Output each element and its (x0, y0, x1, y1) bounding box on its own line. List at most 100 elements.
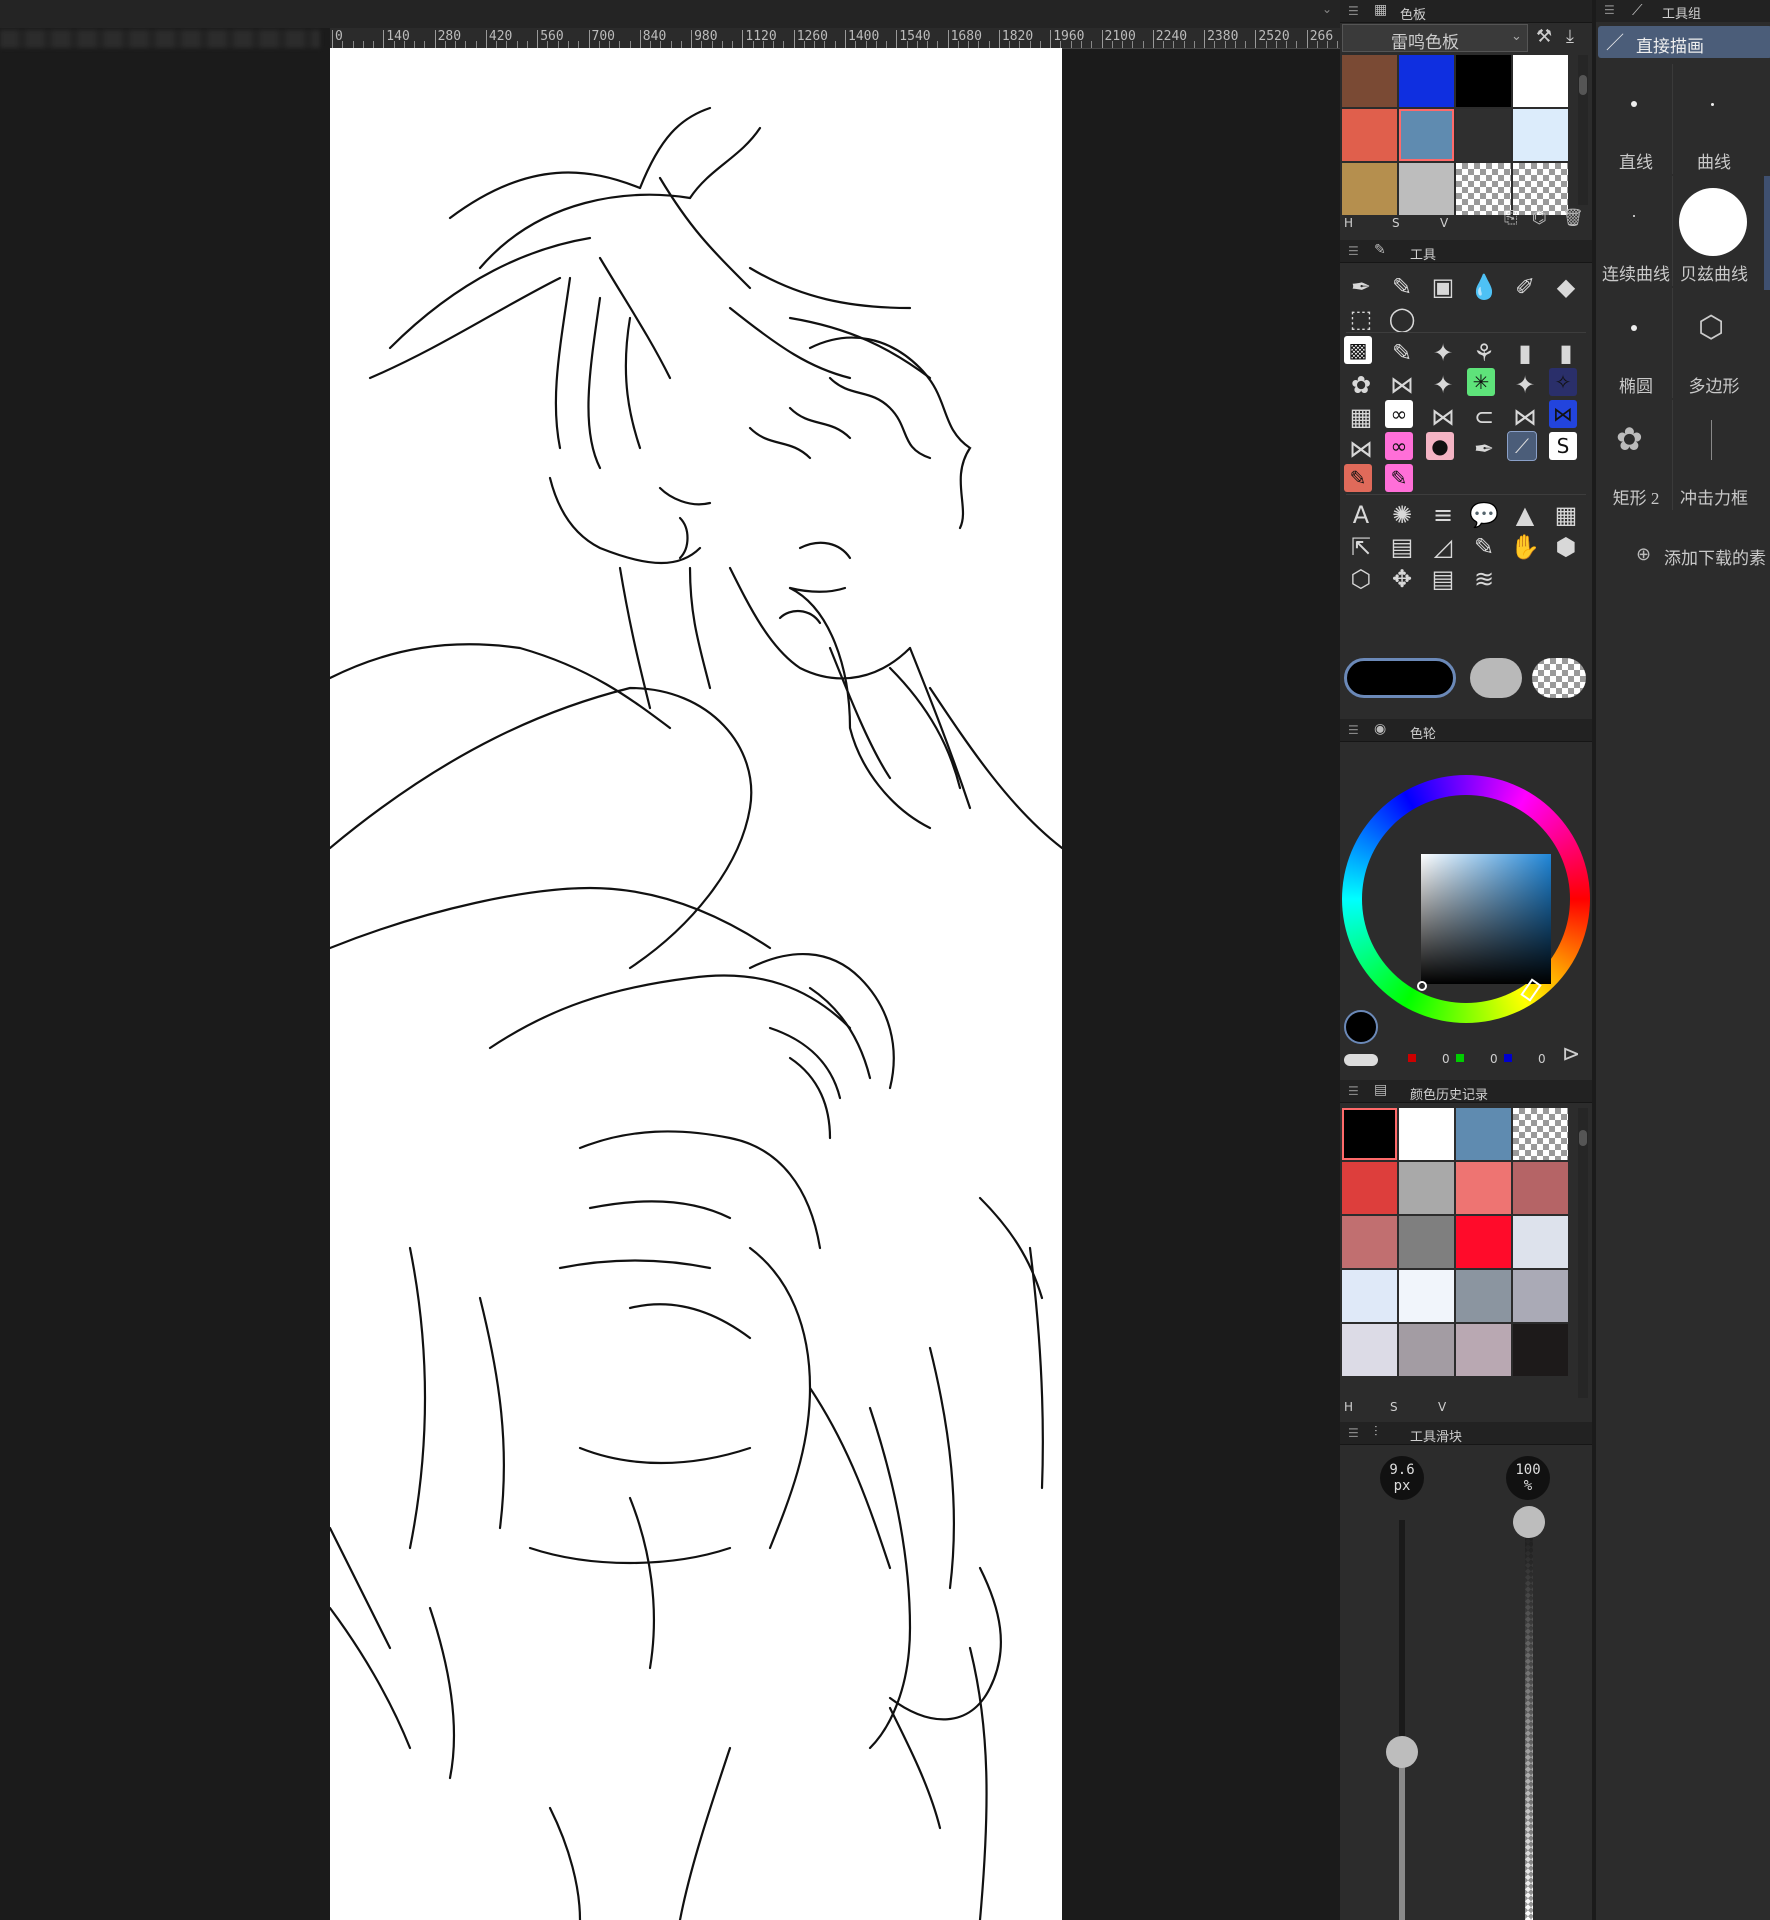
bow-brush-icon[interactable]: ⋈ (1508, 400, 1542, 434)
ribbon-brush-icon[interactable]: ⊂ (1467, 400, 1501, 434)
selection-tool-icon[interactable]: ⬚ (1344, 302, 1378, 336)
color-swatch[interactable] (1399, 55, 1454, 107)
pink-pen-icon[interactable]: ✎ (1385, 464, 1413, 492)
line-brush-icon[interactable]: ⟋ (1507, 431, 1537, 461)
green-brush-icon[interactable]: ✳ (1467, 368, 1495, 396)
color-swatch[interactable] (1456, 109, 1511, 161)
color-swatch[interactable] (1456, 55, 1511, 107)
current-color-swatch[interactable] (1344, 1010, 1378, 1044)
pen-brush-icon[interactable]: ✒ (1467, 432, 1501, 466)
add-material-label[interactable]: 添加下载的素 (1664, 544, 1766, 569)
flower-brush-icon[interactable]: ✿ (1344, 368, 1378, 402)
marker-tool-icon[interactable]: ✐ (1508, 270, 1542, 304)
grid-icon[interactable]: ▤ (1426, 562, 1460, 596)
v-toggle[interactable]: V (1440, 216, 1448, 230)
silhouette-brush-icon[interactable]: ● (1426, 432, 1454, 460)
h-toggle[interactable]: H (1344, 1400, 1353, 1414)
color-swatch[interactable] (1456, 1324, 1511, 1376)
color-swatch[interactable] (1342, 1324, 1397, 1376)
color-swatch[interactable] (1513, 55, 1568, 107)
lace-brush-icon[interactable]: ▦ (1344, 400, 1378, 434)
color-swatch[interactable] (1399, 1216, 1454, 1268)
sub-tool-item[interactable]: ✿ 矩形 2 (1596, 400, 1673, 510)
sparkle-brush-icon[interactable]: ✦ (1426, 336, 1460, 370)
color-swatch[interactable] (1399, 1162, 1454, 1214)
panel-menu-icon[interactable]: ☰ (1348, 1426, 1359, 1440)
sub-tool-item[interactable]: 曲线 (1674, 64, 1750, 174)
star-brush-icon[interactable]: ✦ (1508, 368, 1542, 402)
line-tool-icon[interactable]: ≡ (1426, 498, 1460, 532)
hand-icon[interactable]: ✋ (1508, 530, 1542, 564)
color-set-header[interactable]: ☰ ▦ 色板 (1340, 0, 1592, 23)
color-mode-toggle[interactable] (1344, 1054, 1378, 1066)
color-swatch[interactable] (1399, 1108, 1454, 1160)
sub-tool-scroll-indicator[interactable] (1764, 176, 1770, 290)
s-toggle[interactable]: S (1392, 216, 1400, 230)
brush-size-slider[interactable] (1399, 1520, 1405, 1920)
bow-brush-icon[interactable]: ⋈ (1426, 400, 1460, 434)
ink-brush-icon[interactable]: ▮ (1508, 336, 1542, 370)
decoration-brush-icon[interactable]: ⚘ (1467, 336, 1501, 370)
opacity-slider[interactable] (1525, 1520, 1533, 1920)
color-swatch[interactable] (1342, 1216, 1397, 1268)
eyedropper-icon[interactable]: ✎ (1467, 530, 1501, 564)
chevron-down-icon[interactable]: ⌄ (1322, 2, 1332, 16)
color-swatch[interactable] (1399, 163, 1454, 215)
pen-tool-icon[interactable]: ✒ (1344, 270, 1378, 304)
opacity-knob[interactable] (1513, 1506, 1545, 1538)
tools-header[interactable]: ☰ ✎ 工具 (1340, 240, 1592, 263)
brush-icon[interactable]: ✎ (1385, 336, 1419, 370)
star-brush-icon[interactable]: ✦ (1426, 368, 1460, 402)
panel-menu-icon[interactable]: ☰ (1348, 244, 1359, 258)
color-wheel-header[interactable]: ☰ ◉ 色轮 (1340, 719, 1592, 742)
galaxy-brush-icon[interactable]: ✧ (1549, 368, 1577, 396)
tool-slider-header[interactable]: ☰ ⫶ 工具滑块 (1340, 1422, 1592, 1445)
add-color-icon[interactable]: ⎘ (1504, 208, 1518, 228)
color-swatch[interactable] (1513, 1162, 1568, 1214)
color-wheel[interactable] (1342, 775, 1590, 1023)
color-swatch[interactable] (1456, 1108, 1511, 1160)
color-swatch[interactable] (1342, 163, 1397, 215)
object-tool-icon[interactable]: ⇱ (1344, 530, 1378, 564)
color-swatch[interactable] (1513, 1108, 1568, 1160)
sub-tool-item[interactable]: 贝兹曲线 (1674, 176, 1750, 286)
drawing-canvas[interactable] (330, 48, 1062, 1920)
panel-menu-icon[interactable]: ☰ (1604, 3, 1615, 17)
color-set-scrollbar[interactable] (1578, 55, 1588, 205)
sub-tool-header[interactable]: ☰ ⟋ 工具组 (1596, 0, 1770, 22)
color-swatch[interactable] (1456, 163, 1511, 215)
pencil-tool-icon[interactable]: ✎ (1385, 270, 1419, 304)
color-swatch[interactable] (1342, 1108, 1397, 1160)
v-toggle[interactable]: V (1438, 1400, 1446, 1414)
gradient-tool-icon[interactable]: ▣ (1426, 270, 1460, 304)
color-history-header[interactable]: ☰ ▤ 颜色历史记录 (1340, 1080, 1592, 1103)
balloon-tool-icon[interactable]: 💬 (1467, 498, 1501, 532)
blend-tool-icon[interactable]: 💧 (1467, 270, 1501, 304)
text-tool-icon[interactable]: A (1344, 498, 1378, 532)
sub-tool-item[interactable]: 冲击力框 (1674, 400, 1750, 510)
history-scrollbar[interactable] (1578, 1108, 1588, 1398)
main-color-chip[interactable] (1344, 658, 1456, 698)
lasso-tool-icon[interactable]: ◯ (1385, 302, 1419, 336)
h-toggle[interactable]: H (1344, 216, 1353, 230)
eyedropper-add-icon[interactable]: ⌬ (1532, 208, 1547, 228)
import-icon[interactable]: ⤓ (1566, 26, 1574, 47)
trash-icon[interactable]: 🗑 (1562, 208, 1584, 228)
color-swatch[interactable] (1456, 1162, 1511, 1214)
add-circle-icon[interactable]: ⊕ (1636, 544, 1651, 565)
wrench-icon[interactable]: ⚒ (1536, 26, 1552, 47)
ink-brush-icon[interactable]: ▮ (1549, 336, 1583, 370)
sub-color-chip[interactable] (1470, 658, 1522, 698)
preset-select[interactable]: 雷鸣色板 ⌄ (1342, 24, 1528, 52)
color-swatch[interactable] (1399, 1270, 1454, 1322)
sub-tool-item[interactable]: 椭圆 (1596, 288, 1673, 398)
sv-cursor[interactable] (1417, 981, 1427, 991)
layer-move-icon[interactable]: ⬡ (1344, 562, 1378, 596)
color-swatch[interactable] (1513, 1216, 1568, 1268)
panel-tool-icon[interactable]: ▤ (1385, 530, 1419, 564)
color-swatch[interactable] (1342, 109, 1397, 161)
eraser-tool-icon[interactable]: ◆ (1549, 270, 1583, 304)
3d-tool-icon[interactable]: ⬢ (1549, 530, 1583, 564)
color-swatch[interactable] (1342, 1162, 1397, 1214)
chain-brush-icon[interactable]: ∞ (1385, 400, 1413, 428)
